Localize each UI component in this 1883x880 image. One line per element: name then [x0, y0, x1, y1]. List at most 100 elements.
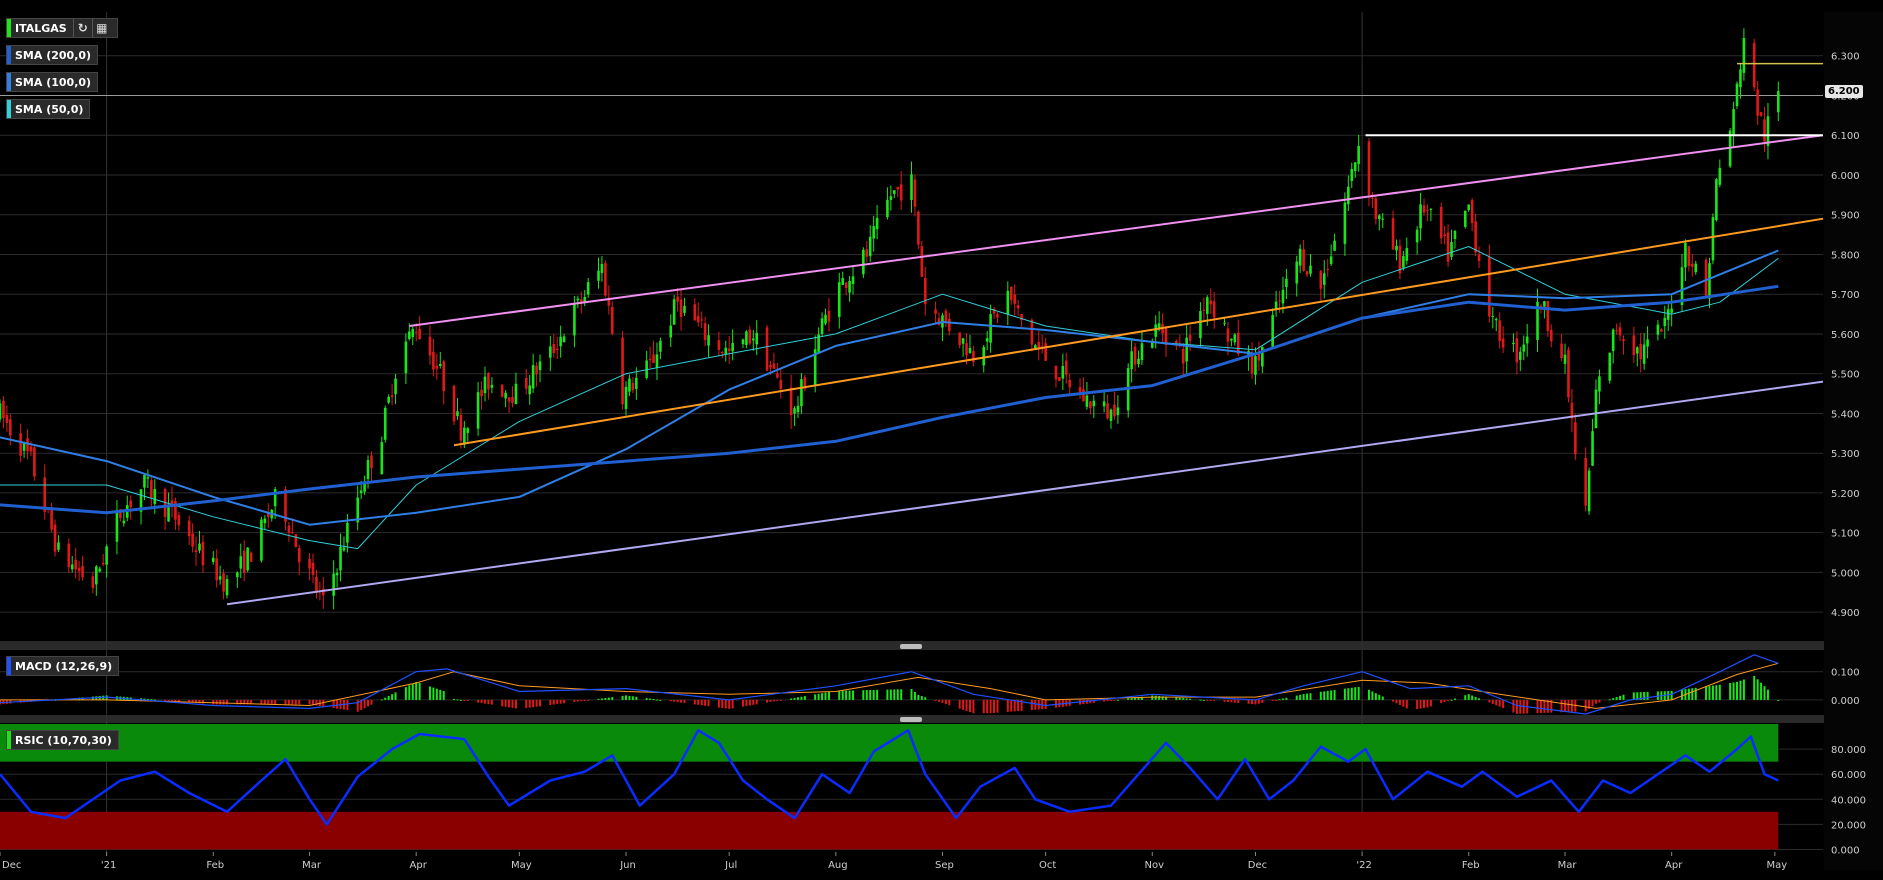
candle-body	[1391, 218, 1395, 250]
candle-body	[1333, 240, 1336, 251]
legend-sma50[interactable]: SMA (50,0)	[6, 99, 91, 119]
candle-body	[1611, 329, 1615, 352]
candle-body	[899, 184, 903, 201]
price-tick-label: 6.100	[1831, 131, 1860, 142]
legend-sma100[interactable]: SMA (100,0)	[6, 72, 99, 92]
macd-histogram-bar	[453, 698, 456, 700]
candle-body	[1543, 301, 1546, 307]
macd-histogram-bar	[1488, 699, 1491, 703]
macd-histogram-bar	[456, 699, 459, 701]
candle-body	[528, 385, 532, 395]
price-tick-label: 5.300	[1831, 449, 1860, 460]
candle-body	[727, 348, 731, 351]
macd-histogram-bar	[370, 699, 373, 705]
x-tick-label: '21	[101, 860, 116, 871]
candle-body	[958, 332, 961, 346]
macd-histogram-bar	[490, 699, 493, 705]
macd-histogram-bar	[583, 699, 586, 701]
macd-histogram-bar	[384, 697, 387, 700]
macd-histogram-bar	[1443, 699, 1446, 702]
candle-body	[676, 296, 679, 302]
candle-body	[1298, 248, 1302, 266]
candle-body	[917, 211, 920, 245]
refresh-icon[interactable]: ↻	[72, 19, 92, 37]
candle-body	[153, 488, 157, 504]
macd-histogram-bar	[1708, 686, 1711, 700]
macd-histogram-bar	[1154, 695, 1157, 700]
macd-histogram-bar	[776, 699, 779, 701]
candle-body	[985, 338, 989, 342]
candle-body	[1257, 353, 1261, 361]
macd-histogram-bar	[222, 699, 225, 705]
candle-body	[1181, 348, 1185, 364]
calendar-icon[interactable]: ▦	[91, 19, 111, 37]
candle-body	[1494, 318, 1498, 321]
candle-body	[996, 314, 999, 318]
candle-body	[844, 282, 848, 289]
candle-body	[896, 187, 900, 190]
macd-histogram-bar	[625, 695, 628, 700]
macd-histogram-bar	[284, 699, 287, 705]
macd-histogram-bar	[1440, 699, 1443, 704]
candle-body	[669, 325, 673, 338]
macd-histogram-bar	[563, 699, 566, 704]
candle-body	[793, 408, 796, 414]
candle-body	[287, 525, 291, 533]
macd-histogram-bar	[1594, 699, 1597, 704]
macd-histogram-bar	[1619, 695, 1622, 700]
stock-chart[interactable]: 4.900 5.000 5.100 5.200 5.300 5.400 5.500 5.600…	[0, 0, 1883, 880]
legend-rsic[interactable]: RSIC (10,70,30)	[6, 730, 119, 750]
candle-body	[1281, 289, 1285, 304]
macd-histogram-bar	[559, 699, 562, 704]
candle-body	[1226, 328, 1230, 342]
macd-histogram-bar	[611, 697, 614, 700]
legend-macd-label: MACD (12,26,9)	[15, 659, 113, 673]
candle-body	[1450, 242, 1453, 257]
x-tick-label: Apr	[410, 860, 428, 871]
legend-macd[interactable]: MACD (12,26,9)	[6, 656, 120, 676]
legend-sma200[interactable]: SMA (200,0)	[6, 45, 99, 65]
rsi-tick-label: 20.000	[1831, 820, 1866, 831]
legend-main[interactable]: ITALGAS ↻ ▦	[6, 18, 118, 38]
macd-histogram-bar	[1378, 694, 1381, 700]
macd-histogram-bar	[535, 699, 538, 707]
candle-body	[1756, 89, 1759, 116]
legend-main-label: ITALGAS	[15, 21, 67, 35]
candle-body	[1233, 334, 1237, 343]
macd-histogram-bar	[1209, 699, 1212, 701]
candle-body	[1752, 43, 1756, 88]
candle-body	[724, 347, 728, 354]
macd-histogram-bar	[852, 690, 855, 700]
candle-body	[95, 566, 98, 585]
macd-histogram-bar	[766, 699, 769, 703]
candle-body	[98, 568, 102, 572]
candle-body	[1374, 198, 1378, 220]
candle-body	[748, 329, 752, 344]
macd-histogram-bar	[1567, 699, 1570, 712]
candle-body	[1715, 179, 1718, 221]
macd-histogram-bar	[483, 699, 486, 704]
macd-histogram-bar	[1103, 699, 1106, 702]
macd-histogram-bar	[673, 699, 676, 702]
macd-histogram-bar	[944, 699, 947, 705]
macd-histogram-bar	[587, 699, 590, 701]
candle-body	[394, 378, 397, 395]
candle-body	[865, 249, 869, 257]
candle-body	[1030, 320, 1034, 345]
macd-tick-label: 0.000	[1831, 696, 1860, 707]
candle-body	[411, 328, 415, 337]
macd-histogram-bar	[549, 699, 552, 705]
macd-histogram-bar	[1371, 691, 1374, 700]
candle-body	[335, 572, 339, 576]
candle-body	[414, 331, 418, 333]
candle-body	[624, 386, 628, 410]
candle-body	[1113, 404, 1116, 417]
candle-body	[177, 515, 181, 526]
candle-body	[1687, 246, 1691, 267]
candle-body	[1343, 202, 1347, 244]
candle-body	[851, 276, 855, 285]
candle-body	[380, 442, 384, 475]
macd-histogram-bar	[201, 699, 204, 704]
macd-histogram-bar	[428, 686, 431, 700]
macd-histogram-bar	[948, 699, 951, 706]
